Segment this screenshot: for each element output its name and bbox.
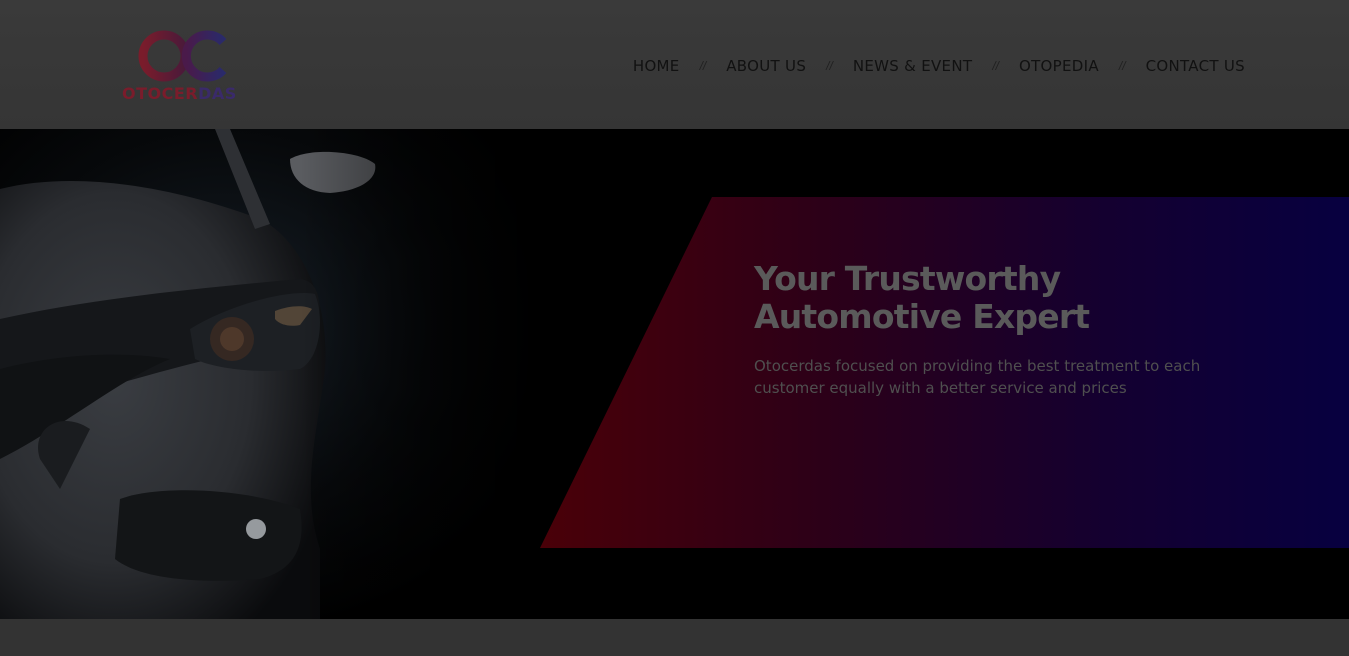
nav-contact-us[interactable]: CONTACT US: [1146, 57, 1245, 75]
main-nav: HOME // ABOUT US // NEWS & EVENT // OTOP…: [633, 55, 1245, 77]
nav-separator: //: [1118, 59, 1126, 73]
nav-separator: //: [992, 59, 999, 73]
nav-otopedia[interactable]: OTOPEDIA: [1019, 57, 1099, 75]
oc-rings-logo-icon: [138, 30, 227, 82]
logo-wordmark: OTOCERDAS: [122, 84, 237, 103]
nav-separator: //: [826, 59, 833, 73]
page-bottom-band: [0, 619, 1349, 656]
nav-about-us[interactable]: ABOUT US: [726, 57, 806, 75]
nav-home[interactable]: HOME: [633, 57, 680, 75]
site-header: OTOCERDAS HOME // ABOUT US // NEWS & EVE…: [0, 0, 1349, 129]
hero-banner: Your Trustworthy Automotive Expert Otoce…: [0, 129, 1349, 619]
logo-wordmark-part1: OTOCER: [122, 84, 199, 103]
nav-separator: //: [699, 59, 707, 73]
nav-news-event[interactable]: NEWS & EVENT: [853, 57, 972, 75]
hero-title: Your Trustworthy Automotive Expert: [754, 259, 1090, 336]
logo-wordmark-part2: DAS: [198, 84, 237, 103]
hero-subtitle: Otocerdas focused on providing the best …: [754, 357, 1201, 397]
site-logo[interactable]: OTOCERDAS: [122, 28, 244, 106]
car-headlight-image-icon: [0, 129, 560, 619]
